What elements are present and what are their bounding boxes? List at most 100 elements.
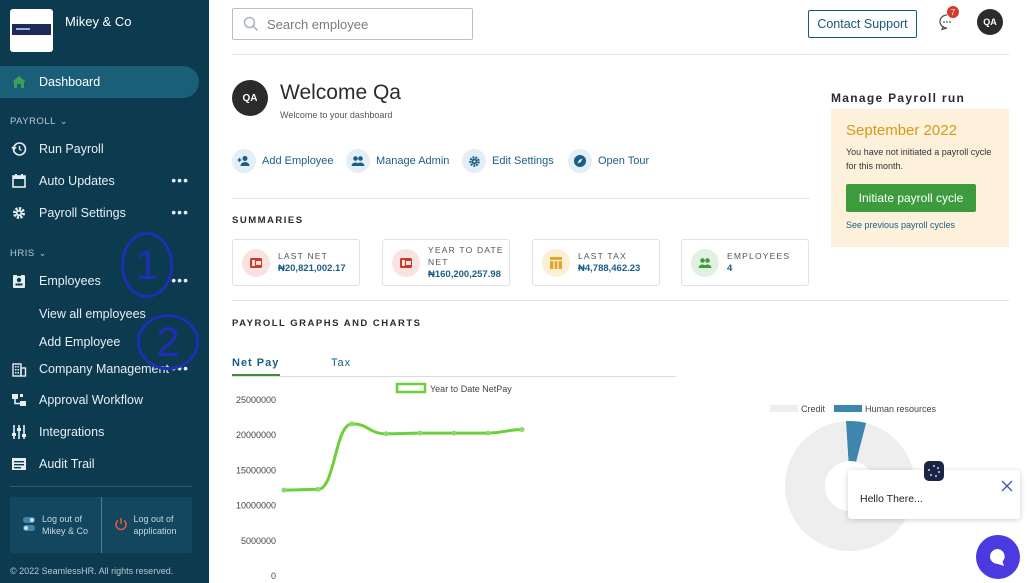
sidebar-item-integrations[interactable]: Integrations [0,418,209,446]
data-point[interactable] [281,487,287,493]
sidebar-item-label: Auto Updates [39,174,115,188]
payroll-section-toggle[interactable]: PAYROLL ⌄ [10,116,68,127]
list-icon [11,456,27,472]
y-tick-label: 20000000 [236,430,276,440]
company-logo [10,9,53,52]
table-icon [542,248,570,277]
data-point[interactable] [383,431,389,437]
y-tick-label: 25000000 [236,395,276,405]
sidebar-item-approval-workflow[interactable]: Approval Workflow [0,386,209,414]
sidebar-item-label: Payroll Settings [39,206,126,220]
more-options-icon[interactable]: ••• [171,173,189,187]
home-icon [11,74,27,90]
page-title: Welcome Qa [280,81,401,104]
graphs-heading: PAYROLL GRAPHS AND CHARTS [232,318,422,329]
workflow-icon [11,392,27,408]
summary-value: ₦4,788,462.23 [578,263,641,274]
users-icon [691,248,719,277]
summary-card-last-tax: LAST TAX ₦4,788,462.23 [532,239,660,286]
legend-label: Year to Date NetPay [430,384,512,394]
logout-app-button[interactable]: Log out of application [100,497,193,553]
data-point[interactable] [519,427,525,433]
data-point[interactable] [451,430,457,436]
y-tick-label: 10000000 [236,501,276,511]
close-icon[interactable] [1001,479,1013,492]
sidebar-divider [10,486,192,487]
add-employee-button[interactable]: Add Employee [232,149,334,173]
copyright: © 2022 SeamlessHR. All rights reserved. [10,566,174,576]
brand[interactable]: Mikey & Co [10,9,135,52]
tab-net-pay[interactable]: Net Pay [232,357,279,369]
summary-value: ₦20,821,002.17 [278,263,346,274]
users-icon [346,149,370,173]
summary-value: ₦160,200,257.98 [428,269,501,280]
gear-icon [462,149,486,173]
data-point[interactable] [417,430,423,436]
data-point[interactable] [349,421,355,427]
more-options-icon[interactable]: ••• [171,273,189,287]
summary-label: LAST TAX [578,251,627,261]
sidebar-item-auto-updates[interactable]: Auto Updates ••• [0,167,209,195]
sidebar-item-label: Approval Workflow [39,393,143,407]
summary-value: 4 [727,263,733,274]
contact-support-button[interactable]: Contact Support [808,10,917,38]
summaries-divider [232,300,1009,301]
chat-agent-avatar [924,461,944,481]
initiate-payroll-button[interactable]: Initiate payroll cycle [846,184,976,212]
data-point[interactable] [485,430,491,436]
hris-section-toggle[interactable]: HRIS ⌄ [10,248,47,259]
y-tick-label: 15000000 [236,465,276,475]
summary-card-employees: EMPLOYEES 4 [681,239,809,286]
chevron-down-icon: ⌄ [38,248,47,258]
sidebar-item-audit-trail[interactable]: Audit Trail [0,450,209,478]
summary-card-ytd-net: YEAR TO DATE NET ₦160,200,257.98 [382,239,510,286]
chat-message: Hello There... [860,493,923,505]
more-options-icon[interactable]: ••• [171,205,189,219]
chevron-down-icon: ⌄ [59,116,68,126]
tab-divider [232,376,676,377]
edit-settings-button[interactable]: Edit Settings [462,149,554,173]
history-icon [11,141,27,157]
sidebar-item-run-payroll[interactable]: Run Payroll [0,135,209,163]
logout-company-button[interactable]: Log out of Mikey & Co [10,497,101,553]
chat-launcher-button[interactable] [976,535,1020,579]
legend-swatch [834,405,862,412]
summary-label: EMPLOYEES [727,251,791,261]
building-icon [11,361,27,377]
payroll-month: September 2022 [846,122,957,139]
payroll-run-message: You have not initiated a payroll cycle f… [846,147,992,171]
sidebar-subitem-add-employee[interactable]: Add Employee [39,335,120,349]
sliders-icon [11,424,27,440]
logout-app-label: Log out of application [133,514,177,536]
sidebar-item-employees[interactable]: Employees ••• [0,267,209,295]
id-badge-icon [11,273,27,289]
summaries-heading: SUMMARIES [232,215,304,226]
manage-admin-button[interactable]: Manage Admin [346,149,449,173]
legend-label: Credit [801,404,826,414]
data-point[interactable] [315,486,321,492]
user-avatar[interactable]: QA [977,9,1003,35]
previous-cycles-link[interactable]: See previous payroll cycles [846,220,955,230]
y-tick-label: 5000000 [241,536,276,546]
tab-tax[interactable]: Tax [331,357,351,369]
sidebar-subitem-view-all-employees[interactable]: View all employees [39,307,146,321]
chat-bubble-icon [990,549,1005,566]
wallet-icon [392,248,420,277]
sidebar: Mikey & Co Dashboard PAYROLL ⌄ Run Payro… [0,0,209,583]
summary-card-last-net: LAST NET ₦20,821,002.17 [232,239,360,286]
sidebar-item-payroll-settings[interactable]: Payroll Settings ••• [0,199,209,227]
annotation-label: 1 [135,241,159,288]
compass-icon [568,149,592,173]
search-input[interactable] [267,16,457,32]
sidebar-item-label: Integrations [39,425,105,439]
sidebar-item-label: Audit Trail [39,457,95,471]
welcome-divider [232,198,810,199]
welcome-avatar: QA [232,80,268,116]
annotation-label: 2 [156,318,180,365]
calendar-icon [11,173,27,189]
toggle-icon [22,516,36,535]
open-tour-button[interactable]: Open Tour [568,149,649,173]
section-label: PAYROLL [10,116,56,127]
sidebar-item-dashboard[interactable]: Dashboard [0,66,199,98]
logout-panel: Log out of Mikey & Co Log out of applica… [10,497,192,553]
